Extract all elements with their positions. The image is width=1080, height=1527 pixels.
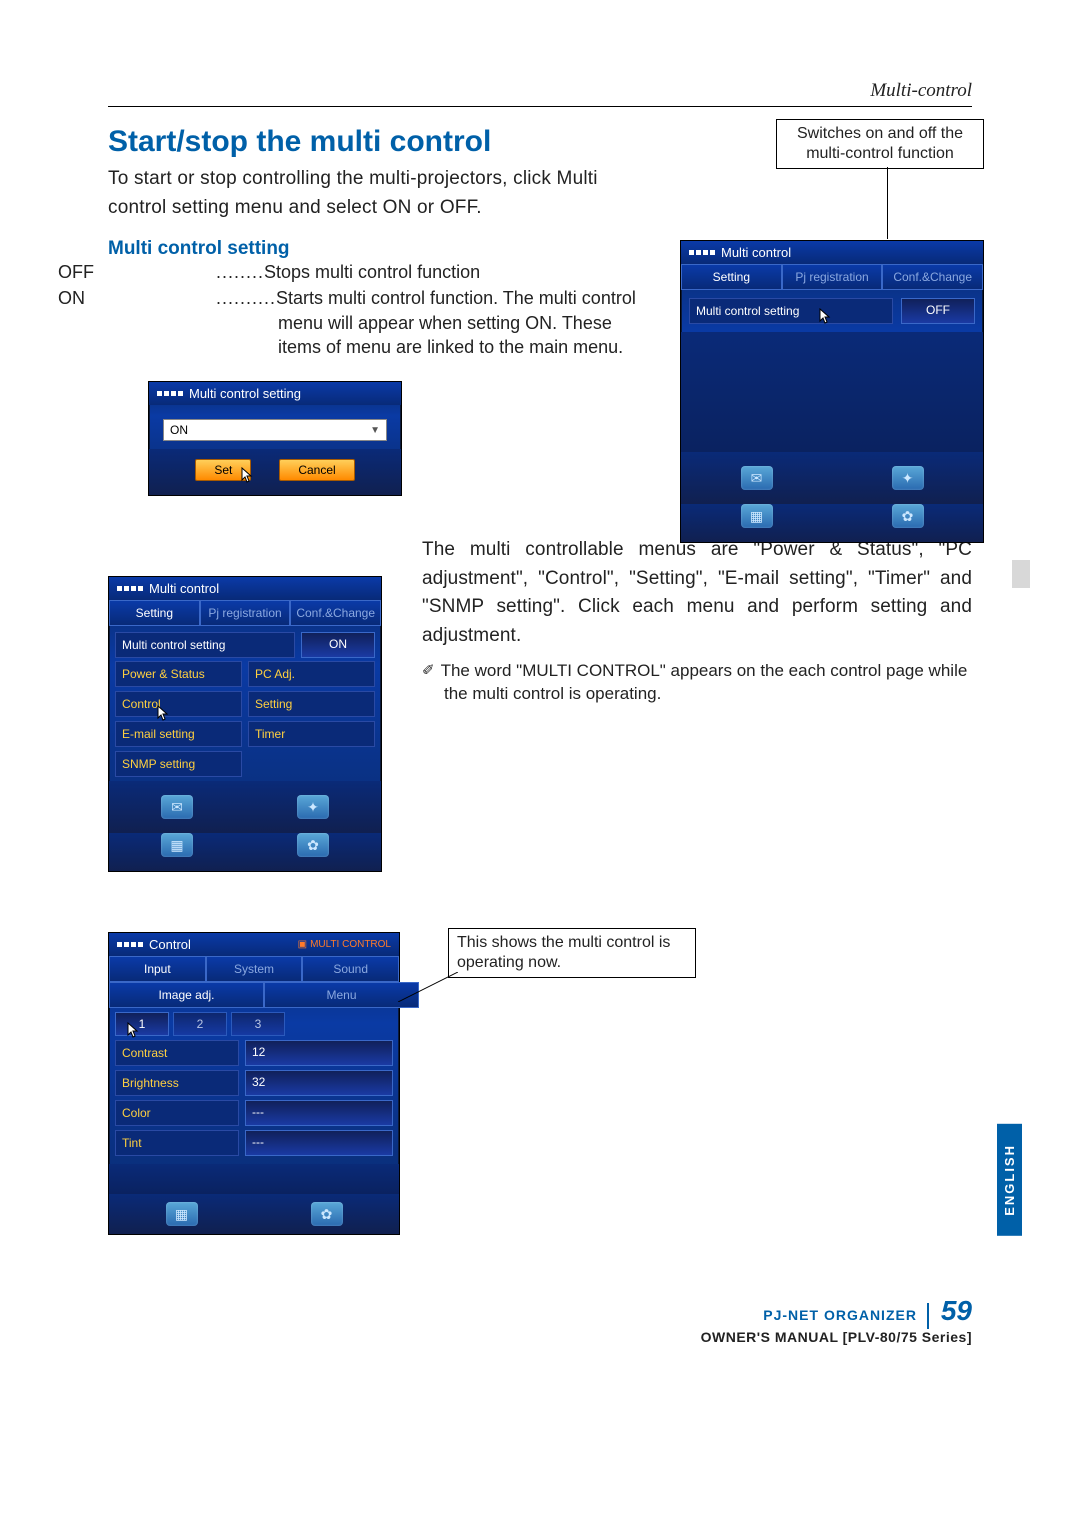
- mail-icon: ✉: [161, 795, 193, 819]
- menu-snmp[interactable]: SNMP setting: [115, 751, 242, 777]
- language-tab: ENGLISH: [997, 1124, 1022, 1236]
- icon-a: ▦: [161, 833, 193, 857]
- set-button[interactable]: Set: [195, 459, 251, 481]
- footer-icons: ✉ ✦: [109, 781, 381, 833]
- icon-a: ▦: [166, 1202, 198, 1226]
- table-row: Contrast12: [115, 1040, 393, 1066]
- term-off: OFF: [168, 260, 216, 284]
- row-value[interactable]: ---: [245, 1130, 393, 1156]
- footer-sub: OWNER'S MANUAL [PLV-80/75 Series]: [108, 1329, 972, 1345]
- row-label: Multi control setting: [115, 632, 295, 658]
- page-2[interactable]: 2: [173, 1012, 227, 1036]
- panel-title: Multi control: [681, 241, 983, 264]
- tab-setting[interactable]: Setting: [681, 264, 782, 290]
- row-value[interactable]: 12: [245, 1040, 393, 1066]
- section-intro: To start or stop controlling the multi-p…: [108, 165, 648, 222]
- gear-icon: ✿: [311, 1202, 343, 1226]
- row-value[interactable]: 32: [245, 1070, 393, 1096]
- tab-system[interactable]: System: [206, 956, 303, 982]
- panel-title: Control ▣ MULTI CONTROL: [109, 933, 399, 956]
- tool-icon: ✦: [297, 795, 329, 819]
- dots: ..........: [216, 288, 276, 308]
- paragraph-menus: The multi controllable menus are "Power …: [422, 536, 972, 650]
- dots: ........: [216, 262, 264, 282]
- callout-line: [398, 972, 458, 1002]
- gear-icon: ✿: [297, 833, 329, 857]
- running-header: Multi-control: [108, 80, 972, 107]
- screenshot-control-page: Control ▣ MULTI CONTROL Input System Sou…: [108, 932, 400, 1235]
- page-number: 59: [941, 1295, 972, 1326]
- row-label: Color: [115, 1100, 239, 1126]
- panel-title-text: Multi control: [721, 245, 791, 260]
- multi-control-badge: ▣ MULTI CONTROL: [298, 939, 391, 950]
- menu-setting[interactable]: Setting: [248, 691, 375, 717]
- note-icon: ✐: [422, 662, 435, 679]
- row-value[interactable]: OFF: [901, 298, 975, 324]
- note-text: The word "MULTI CONTROL" appears on the …: [441, 661, 968, 703]
- footer-brand: PJ-NET ORGANIZER: [763, 1307, 917, 1323]
- mail-icon: ✉: [741, 466, 773, 490]
- chevron-down-icon: ▼: [370, 425, 380, 436]
- callout-switch: Switches on and off the multi-control fu…: [776, 119, 984, 169]
- tab-menu[interactable]: Menu: [264, 982, 419, 1008]
- page-3[interactable]: 3: [231, 1012, 285, 1036]
- desc-off: Stops multi control function: [264, 262, 480, 282]
- row-value: ON: [301, 632, 375, 658]
- icon-a: ▦: [741, 504, 773, 528]
- footer-icons: ✉ ✦: [681, 452, 983, 504]
- callout-operating: This shows the multi control is operatin…: [448, 928, 696, 978]
- dropdown-value: ON: [170, 423, 188, 437]
- tab-conf[interactable]: Conf.&Change: [882, 264, 983, 290]
- screenshot-multicontrol-on: Multi control Setting Pj registration Co…: [108, 576, 382, 872]
- table-row: Color---: [115, 1100, 393, 1126]
- page-footer: PJ-NET ORGANIZER 59 OWNER'S MANUAL [PLV-…: [108, 1295, 972, 1345]
- table-row: Brightness32: [115, 1070, 393, 1096]
- menu-timer[interactable]: Timer: [248, 721, 375, 747]
- term-on: ON: [168, 286, 216, 310]
- panel-title: Multi control setting: [149, 382, 401, 405]
- row-value[interactable]: ---: [245, 1100, 393, 1126]
- row-label: Brightness: [115, 1070, 239, 1096]
- panel-title-text: Multi control setting: [189, 386, 301, 401]
- tab-sound[interactable]: Sound: [302, 956, 399, 982]
- panel-title-text: Control: [149, 937, 191, 952]
- panel-title-text: Multi control: [149, 581, 219, 596]
- table-row: Tint---: [115, 1130, 393, 1156]
- menu-control[interactable]: Control: [115, 691, 242, 717]
- tab-pjreg[interactable]: Pj registration: [782, 264, 883, 290]
- tab-input[interactable]: Input: [109, 956, 206, 982]
- row-label[interactable]: Multi control setting: [689, 298, 893, 324]
- tab-pjreg[interactable]: Pj registration: [200, 600, 291, 626]
- dropdown-onoff[interactable]: ON ▼: [163, 419, 387, 441]
- panel-title: Multi control: [109, 577, 381, 600]
- tab-conf[interactable]: Conf.&Change: [290, 600, 381, 626]
- menu-email[interactable]: E-mail setting: [115, 721, 242, 747]
- definition-list: OFF........Stops multi control function …: [168, 260, 648, 359]
- menu-pcadj[interactable]: PC Adj.: [248, 661, 375, 687]
- thumb-tab: [1012, 560, 1030, 588]
- desc-on: Starts multi control function. The multi…: [276, 288, 636, 357]
- tab-imageadj[interactable]: Image adj.: [109, 982, 264, 1008]
- menu-power[interactable]: Power & Status: [115, 661, 242, 687]
- cancel-button[interactable]: Cancel: [279, 459, 354, 481]
- page-1[interactable]: 1: [115, 1012, 169, 1036]
- row-label: Tint: [115, 1130, 239, 1156]
- badge-text: MULTI CONTROL: [310, 939, 391, 950]
- tab-setting[interactable]: Setting: [109, 600, 200, 626]
- tool-icon: ✦: [892, 466, 924, 490]
- callout-line: [887, 167, 888, 239]
- row-label: Contrast: [115, 1040, 239, 1066]
- note: ✐ The word "MULTI CONTROL" appears on the…: [422, 660, 972, 706]
- gear-icon: ✿: [892, 504, 924, 528]
- badge-icon: ▣: [298, 939, 307, 950]
- screenshot-multicontrol-off: Multi control Setting Pj registration Co…: [680, 240, 984, 543]
- screenshot-setting-dialog: Multi control setting ON ▼ Set Cancel: [148, 381, 402, 496]
